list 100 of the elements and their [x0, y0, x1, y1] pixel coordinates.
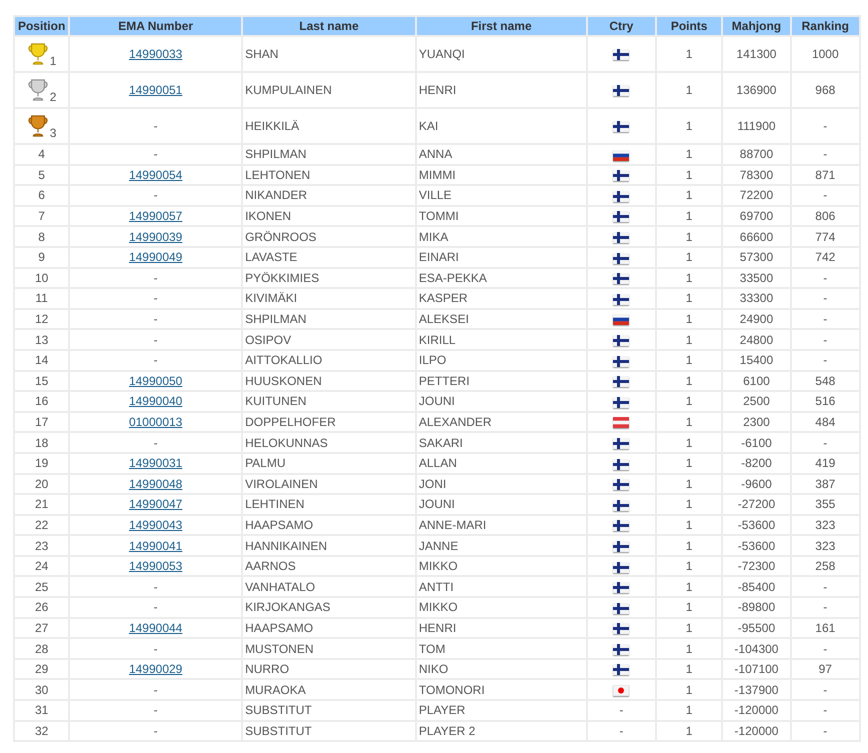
- ema-number: -: [154, 642, 158, 656]
- points: 1: [686, 230, 692, 244]
- mahjong-score: 33500: [740, 270, 774, 285]
- first-name: KAI: [418, 119, 438, 133]
- last-name: LEHTONEN: [245, 168, 310, 182]
- position-number: 5: [38, 168, 45, 182]
- mahjong-score: -72300: [738, 559, 776, 574]
- first-name: MIKKO: [418, 559, 458, 574]
- ranking: -: [823, 703, 828, 718]
- first-name: KASPER: [418, 291, 468, 306]
- points: 1: [686, 209, 692, 224]
- position-number: 10: [34, 270, 48, 285]
- points: 1: [686, 538, 692, 553]
- first-name: ALEXANDER: [418, 415, 492, 430]
- last-name: SHAN: [245, 47, 278, 61]
- position-number: 15: [34, 374, 48, 388]
- ranking: 355: [815, 497, 836, 512]
- ranking: 516: [815, 394, 836, 408]
- first-name: ALLAN: [418, 456, 457, 470]
- last-name: KIRJOKANGAS: [245, 600, 330, 614]
- first-name: JOUNI: [418, 394, 455, 408]
- ema-number-link[interactable]: 14990051: [128, 83, 182, 97]
- ranking: 871: [815, 168, 836, 182]
- position-number: 6: [38, 188, 45, 202]
- points: 1: [686, 83, 692, 97]
- ema-number: -: [154, 724, 158, 738]
- first-name: NIKO: [418, 662, 448, 676]
- points: 1: [686, 415, 692, 430]
- mahjong-score: -120000: [734, 703, 778, 718]
- ranking: -: [823, 270, 828, 285]
- points: 1: [686, 682, 692, 697]
- first-name: MIKA: [418, 230, 448, 244]
- first-name: PLAYER 2: [418, 724, 476, 738]
- points: 1: [686, 188, 692, 202]
- last-name: OSIPOV: [245, 332, 292, 347]
- first-name: TOMONORI: [418, 682, 485, 697]
- first-name: KIRILL: [418, 332, 456, 347]
- last-name: KIVIMÄKI: [245, 291, 298, 306]
- position-number: 2: [50, 91, 56, 103]
- country: -: [619, 724, 624, 738]
- first-name: HENRI: [418, 83, 456, 97]
- position-number: 17: [34, 415, 48, 430]
- first-name: VILLE: [418, 188, 452, 202]
- mahjong-score: -107100: [734, 662, 778, 676]
- mahjong-score: -89800: [738, 600, 776, 614]
- column-header: EMA Number: [70, 17, 242, 35]
- last-name: HAAPSAMO: [245, 620, 314, 635]
- position-number: 8: [38, 230, 45, 244]
- last-name: VANHATALO: [245, 580, 316, 594]
- ranking: 258: [815, 559, 836, 574]
- ranking: -: [823, 312, 828, 326]
- points: 1: [686, 436, 692, 450]
- mahjong-score: 33300: [740, 291, 774, 306]
- points: 1: [686, 291, 692, 306]
- ema-number: -: [154, 119, 158, 133]
- last-name: HUUSKONEN: [245, 374, 322, 388]
- mahjong-score: -27200: [738, 497, 776, 512]
- ema-number: -: [154, 312, 158, 326]
- column-header: Points: [657, 17, 722, 35]
- mahjong-score: -53600: [738, 538, 776, 553]
- ranking: 387: [815, 476, 836, 491]
- position-number: 28: [34, 642, 48, 656]
- last-name: HAAPSAMO: [245, 518, 314, 532]
- ranking: 323: [815, 538, 836, 553]
- last-name: HANNIKAINEN: [245, 538, 328, 553]
- first-name: MIKKO: [418, 600, 458, 614]
- mahjong-score: 72200: [740, 188, 774, 202]
- mahjong-score: -85400: [738, 580, 776, 594]
- mahjong-score: -6100: [741, 436, 772, 450]
- position-number: 9: [38, 250, 45, 264]
- ranking: 419: [815, 456, 836, 470]
- column-header: First name: [416, 17, 586, 35]
- ema-number-link[interactable]: 14990033: [128, 47, 182, 61]
- last-name: LEHTINEN: [245, 497, 304, 512]
- mahjong-score: -95500: [738, 620, 776, 635]
- last-name: AARNOS: [245, 559, 296, 574]
- points: 1: [686, 270, 692, 285]
- first-name: ESA-PEKKA: [418, 270, 487, 285]
- ema-number: -: [154, 436, 158, 450]
- ema-number: -: [154, 147, 158, 162]
- first-name: SAKARI: [418, 436, 463, 450]
- last-name: HEIKKILÄ: [245, 119, 300, 133]
- column-header: Last name: [243, 17, 415, 35]
- points: 1: [686, 353, 692, 368]
- mahjong-score: 78300: [740, 168, 774, 182]
- mahjong-score: 141300: [736, 47, 776, 61]
- ranking: -: [823, 600, 828, 614]
- mahjong-score: -8200: [741, 456, 772, 470]
- ranking: -: [823, 147, 828, 162]
- position-number: 25: [34, 580, 48, 594]
- mahjong-score: 6100: [743, 374, 770, 388]
- ema-number: -: [154, 353, 158, 368]
- position-number: 12: [34, 312, 48, 326]
- points: 1: [686, 47, 692, 61]
- mahjong-score: 24900: [740, 312, 774, 326]
- points: 1: [686, 662, 692, 676]
- position-number: 1: [50, 55, 56, 67]
- ema-number: -: [154, 580, 158, 594]
- first-name: MIMMI: [418, 168, 456, 182]
- first-name: JOUNI: [418, 497, 455, 512]
